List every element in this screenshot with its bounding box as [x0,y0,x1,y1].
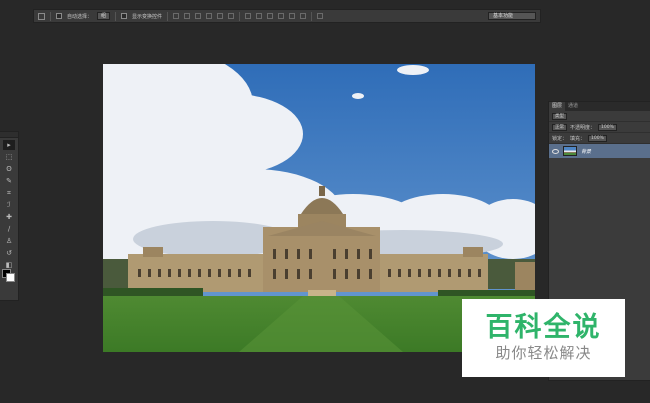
fill-field[interactable]: 100% [588,134,607,142]
tool-list: ▸ ⬚ ʘ ✎ ⌗ ℐ ✚ ∕ ♙ ↺ ◧ [0,140,18,270]
lock-label: 锁定： [552,135,568,142]
eye-icon[interactable] [552,148,559,154]
align-top-icon[interactable] [173,13,180,19]
blend-mode-dropdown[interactable]: 正常 [552,123,567,131]
distribute-vcenter-icon[interactable] [256,13,263,19]
layer-name: 背景 [581,148,592,155]
show-transform-checkbox[interactable] [121,13,128,19]
brush-tool-icon[interactable]: ∕ [3,224,15,234]
distribute-top-icon[interactable] [245,13,252,19]
opacity-field[interactable]: 100% [598,123,617,131]
tab-channels[interactable]: 通道 [565,102,581,111]
tab-layers[interactable]: 图层 [549,102,566,111]
3d-mode-icon[interactable] [317,13,324,19]
layer-thumbnail [563,146,577,156]
history-brush-tool-icon[interactable]: ↺ [3,248,15,258]
marquee-tool-icon[interactable]: ⬚ [3,152,15,162]
show-transform-label: 显示变换控件 [132,13,163,20]
layers-panel-tabs: 图层 通道 [549,102,650,111]
distribute-right-icon[interactable] [300,13,307,19]
lock-row: 锁定： 填充： 100% [549,133,650,144]
align-right-icon[interactable] [228,13,235,19]
layer-row-background[interactable]: 背景 [549,144,650,158]
quick-select-tool-icon[interactable]: ✎ [3,176,15,186]
align-hcenter-icon[interactable] [217,13,224,19]
distribute-bottom-icon[interactable] [267,13,274,19]
separator [239,11,241,21]
fill-label: 填充： [570,135,586,142]
crop-tool-icon[interactable]: ⌗ [3,188,15,198]
kind-filter-dropdown[interactable]: 类型 [552,112,567,120]
blend-row: 正常 不透明度： 100% [549,122,650,133]
watermark-title: 百科全说 [485,312,602,343]
layer-filter-row: 类型 [549,111,650,122]
tools-panel-grip[interactable] [0,132,18,138]
watermark-subtitle: 助你轻松解决 [495,344,592,362]
lasso-tool-icon[interactable]: ʘ [3,164,15,174]
options-bar: 自动选择： 组 显示变换控件 基本功能 [33,9,541,23]
tools-panel: ▸ ⬚ ʘ ✎ ⌗ ℐ ✚ ∕ ♙ ↺ ◧ [0,131,19,301]
workspace-dropdown[interactable]: 基本功能 [488,12,536,20]
align-bottom-icon[interactable] [195,13,202,19]
watermark: 百科全说 助你轻松解决 [462,299,625,377]
background-color-swatch[interactable] [6,273,15,282]
distribute-hcenter-icon[interactable] [289,13,296,19]
move-tool-icon[interactable]: ▸ [3,140,15,150]
healing-tool-icon[interactable]: ✚ [3,212,15,222]
align-vcenter-icon[interactable] [184,13,191,19]
distribute-left-icon[interactable] [278,13,285,19]
separator [50,11,51,21]
separator [115,11,117,21]
stamp-tool-icon[interactable]: ♙ [3,236,15,246]
move-tool-preset-icon[interactable] [38,12,45,20]
auto-select-checkbox[interactable] [56,13,62,19]
separator [311,11,313,21]
opacity-label: 不透明度： [570,124,596,131]
auto-select-label: 自动选择： [67,13,93,20]
auto-select-dropdown[interactable]: 组 [97,12,111,20]
separator [167,11,169,21]
align-left-icon[interactable] [206,13,213,19]
eyedropper-tool-icon[interactable]: ℐ [3,200,15,210]
